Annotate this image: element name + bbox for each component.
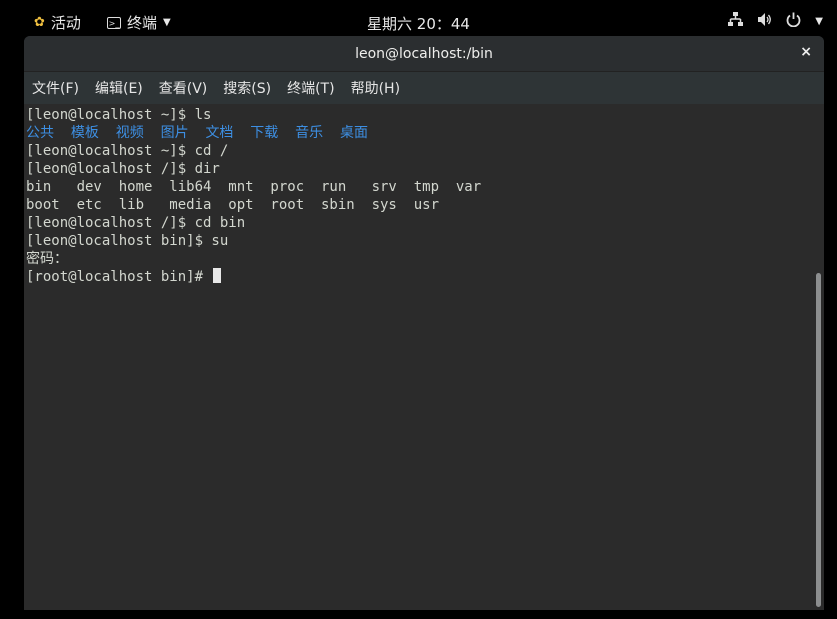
scrollbar[interactable]: [816, 273, 821, 607]
dir-item: 图片: [160, 125, 189, 141]
menu-edit[interactable]: 编辑(E): [95, 78, 143, 98]
dir-item: 音乐: [295, 125, 324, 141]
menu-view[interactable]: 查看(V): [159, 78, 208, 98]
menu-bar: 文件(F) 编辑(E) 查看(V) 搜索(S) 终端(T) 帮助(H): [24, 72, 824, 105]
clock-label: 星期六 20：44: [367, 15, 470, 33]
terminal-line: [leon@localhost bin]$ su: [26, 233, 229, 249]
window-title: leon@localhost:/bin: [355, 45, 493, 62]
dir-item: 公共: [26, 125, 54, 141]
network-icon: [728, 12, 744, 31]
terminal-line: [leon@localhost ~]$ ls: [26, 107, 212, 123]
clock[interactable]: 星期六 20：44: [0, 13, 837, 34]
terminal-window: leon@localhost:/bin × 文件(F) 编辑(E) 查看(V) …: [24, 36, 824, 610]
terminal-line: 密码：: [26, 251, 68, 267]
terminal-output: [leon@localhost ~]$ ls 公共 模板 视频 图片 文档 下载…: [26, 106, 481, 286]
dir-item: 模板: [70, 125, 99, 141]
power-icon: [786, 12, 801, 31]
close-button[interactable]: ×: [800, 44, 812, 60]
window-titlebar[interactable]: leon@localhost:/bin ×: [24, 36, 824, 72]
chevron-down-icon: ▼: [815, 16, 823, 27]
dir-item: 视频: [115, 125, 144, 141]
volume-icon: [757, 12, 772, 31]
dir-item: 下载: [250, 125, 279, 141]
terminal-line: boot etc lib media opt root sbin sys usr: [26, 197, 440, 213]
dir-item: 文档: [205, 125, 234, 141]
terminal-prompt: [root@localhost bin]#: [26, 269, 212, 285]
menu-help[interactable]: 帮助(H): [351, 78, 400, 98]
terminal-line: bin dev home lib64 mnt proc run srv tmp …: [26, 179, 482, 195]
terminal-line: [leon@localhost /]$ dir: [26, 161, 220, 177]
system-tray[interactable]: ▼: [728, 12, 823, 31]
terminal-area[interactable]: [leon@localhost ~]$ ls 公共 模板 视频 图片 文档 下载…: [24, 104, 824, 610]
menu-search[interactable]: 搜索(S): [223, 78, 271, 98]
terminal-line: [leon@localhost ~]$ cd /: [26, 143, 229, 159]
text-cursor: [213, 268, 222, 283]
menu-file[interactable]: 文件(F): [32, 78, 79, 98]
terminal-line: [leon@localhost /]$ cd bin: [26, 215, 246, 231]
dir-item: 桌面: [340, 125, 369, 141]
menu-terminal[interactable]: 终端(T): [287, 78, 334, 98]
